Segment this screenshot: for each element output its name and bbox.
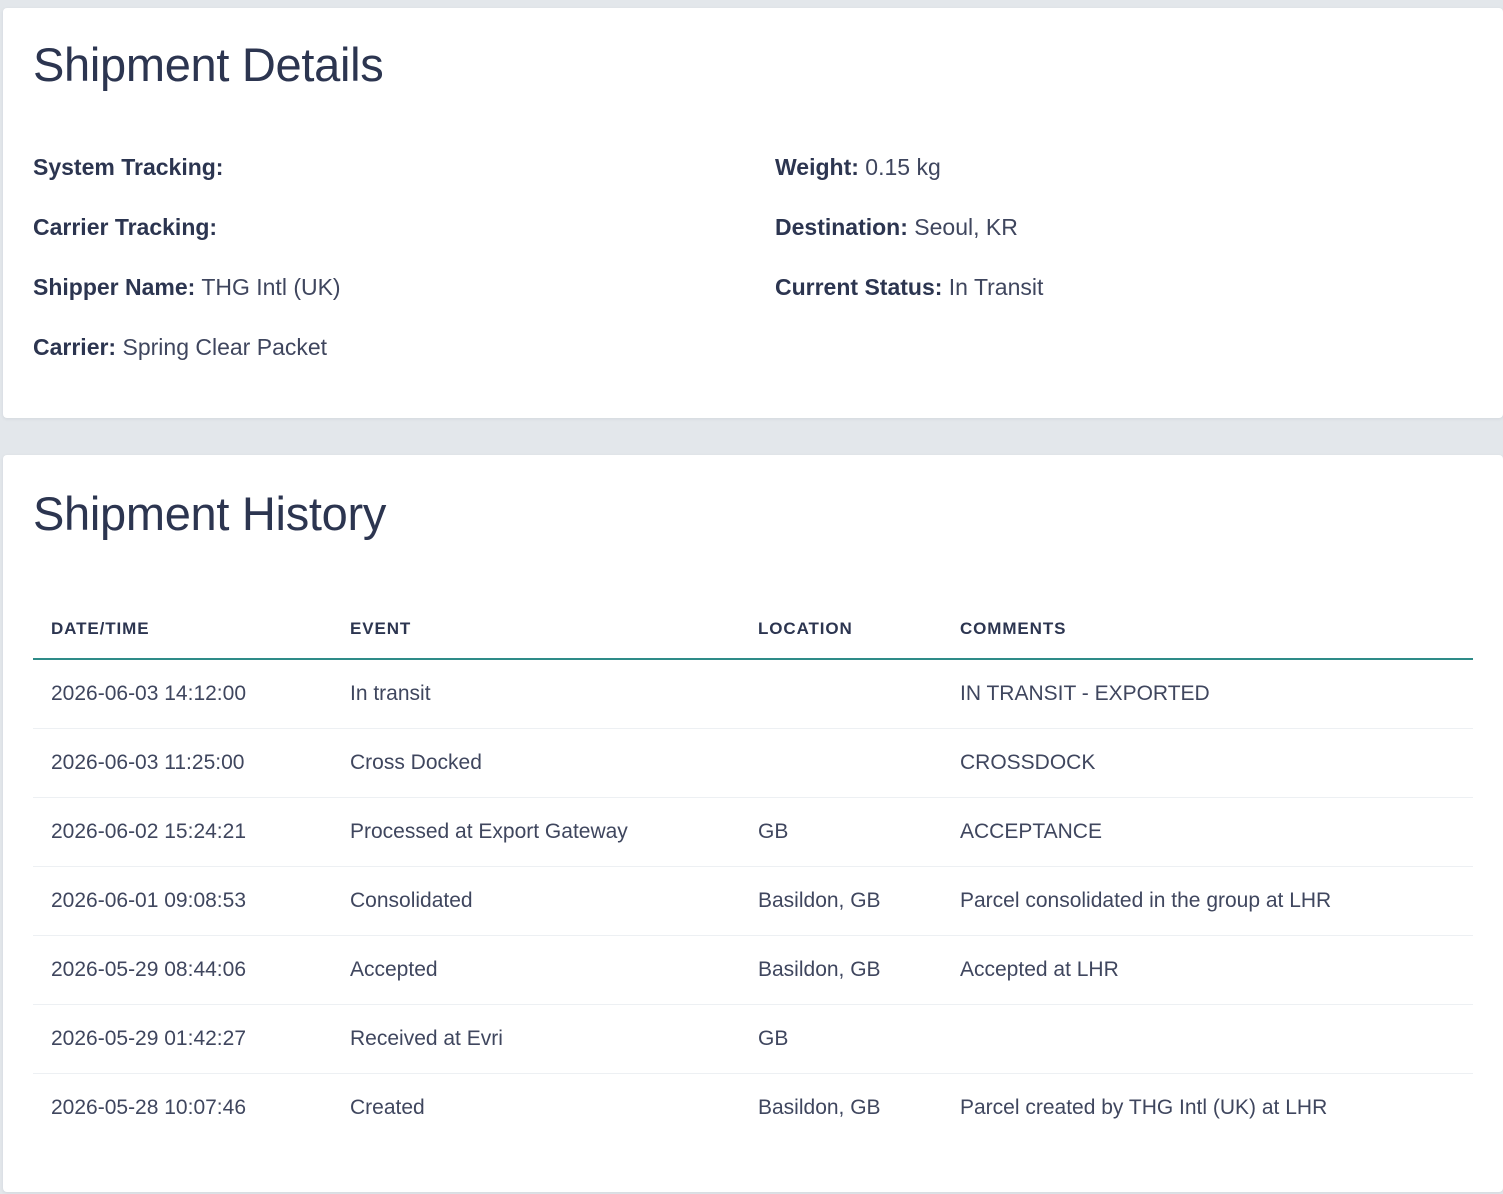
- table-row: 2026-06-03 14:12:00 In transit IN TRANSI…: [33, 659, 1473, 729]
- weight-value: 0.15 kg: [865, 154, 941, 180]
- cell-comments: CROSSDOCK: [942, 728, 1473, 798]
- cell-location: [740, 728, 942, 798]
- destination-label: Destination:: [775, 214, 908, 240]
- table-row: 2026-05-29 01:42:27 Received at Evri GB: [33, 1004, 1473, 1074]
- cell-datetime: 2026-06-01 09:08:53: [33, 866, 332, 936]
- carrier-field: Carrier: Spring Clear Packet: [33, 336, 327, 359]
- shipper-name-label: Shipper Name:: [33, 274, 196, 300]
- cell-event: Processed at Export Gateway: [332, 797, 740, 867]
- carrier-tracking-field: Carrier Tracking:: [33, 216, 217, 239]
- cell-event: Created: [350, 1096, 425, 1119]
- table-row: 2026-05-29 08:44:06 Accepted Basildon, G…: [33, 935, 1473, 1005]
- cell-event: Cross Docked: [332, 728, 740, 798]
- shipment-history-card: Shipment History DATE/TIME EVENT LOCATIO…: [3, 455, 1503, 1192]
- column-header-location: LOCATION: [740, 600, 942, 660]
- cell-location: [740, 659, 942, 729]
- cell-datetime: 2026-06-03 14:12:00: [33, 659, 332, 729]
- shipment-details-card: Shipment Details System Tracking: Carrie…: [3, 8, 1503, 418]
- system-tracking-field: System Tracking:: [33, 156, 223, 179]
- destination-value: Seoul, KR: [914, 214, 1018, 240]
- cell-location: GB: [740, 1004, 942, 1074]
- column-header-datetime: DATE/TIME: [33, 600, 332, 660]
- cell-location: Basildon, GB: [740, 866, 942, 936]
- cell-datetime: 2026-05-29 08:44:06: [33, 935, 332, 1005]
- shipper-name-field: Shipper Name: THG Intl (UK): [33, 276, 341, 299]
- cell-comments: IN TRANSIT - EXPORTED: [942, 659, 1473, 729]
- table-row: 2026-06-02 15:24:21 Processed at Export …: [33, 797, 1473, 867]
- table-row: 2026-06-01 09:08:53 Consolidated Basildo…: [33, 866, 1473, 936]
- weight-label: Weight:: [775, 154, 859, 180]
- cell-location: Basildon, GB: [740, 935, 942, 1005]
- current-status-label: Current Status:: [775, 274, 943, 300]
- cell-datetime: 2026-05-28 10:07:46: [51, 1096, 246, 1119]
- shipment-history-table: DATE/TIME EVENT LOCATION COMMENTS 2026-0…: [33, 600, 1473, 1142]
- shipper-name-value: THG Intl (UK): [201, 274, 341, 300]
- cell-comments: [942, 1004, 1473, 1074]
- shipment-details-title: Shipment Details: [33, 38, 384, 91]
- current-status-value: In Transit: [948, 274, 1044, 300]
- cell-datetime: 2026-06-03 11:25:00: [33, 728, 332, 798]
- cell-comments: ACCEPTANCE: [942, 797, 1473, 867]
- cell-comments: Parcel consolidated in the group at LHR: [942, 866, 1473, 936]
- cell-datetime: 2026-05-29 01:42:27: [33, 1004, 332, 1074]
- carrier-label: Carrier:: [33, 334, 117, 360]
- cell-location: GB: [740, 797, 942, 867]
- column-header-comments: COMMENTS: [942, 600, 1473, 660]
- destination-field: Destination: Seoul, KR: [775, 216, 1018, 239]
- current-status-field: Current Status: In Transit: [775, 276, 1043, 299]
- table-row: 2026-06-03 11:25:00 Cross Docked CROSSDO…: [33, 728, 1473, 798]
- cell-comments: Accepted at LHR: [942, 935, 1473, 1005]
- cell-location: Basildon, GB: [758, 1096, 881, 1119]
- cell-event: Received at Evri: [332, 1004, 740, 1074]
- weight-field: Weight: 0.15 kg: [775, 156, 941, 179]
- carrier-value: Spring Clear Packet: [122, 334, 328, 360]
- cell-comments: Parcel created by THG Intl (UK) at LHR: [960, 1096, 1328, 1119]
- column-header-event: EVENT: [332, 600, 740, 660]
- system-tracking-label: System Tracking:: [33, 154, 224, 180]
- cell-event: Consolidated: [332, 866, 740, 936]
- cell-datetime: 2026-06-02 15:24:21: [33, 797, 332, 867]
- table-header-row: DATE/TIME EVENT LOCATION COMMENTS: [33, 600, 1473, 660]
- cell-event: In transit: [332, 659, 740, 729]
- carrier-tracking-label: Carrier Tracking:: [33, 214, 218, 240]
- shipment-history-title: Shipment History: [33, 487, 387, 540]
- cell-event: Accepted: [332, 935, 740, 1005]
- table-row: 2026-05-28 10:07:46 Created Basildon, GB…: [33, 1074, 1473, 1143]
